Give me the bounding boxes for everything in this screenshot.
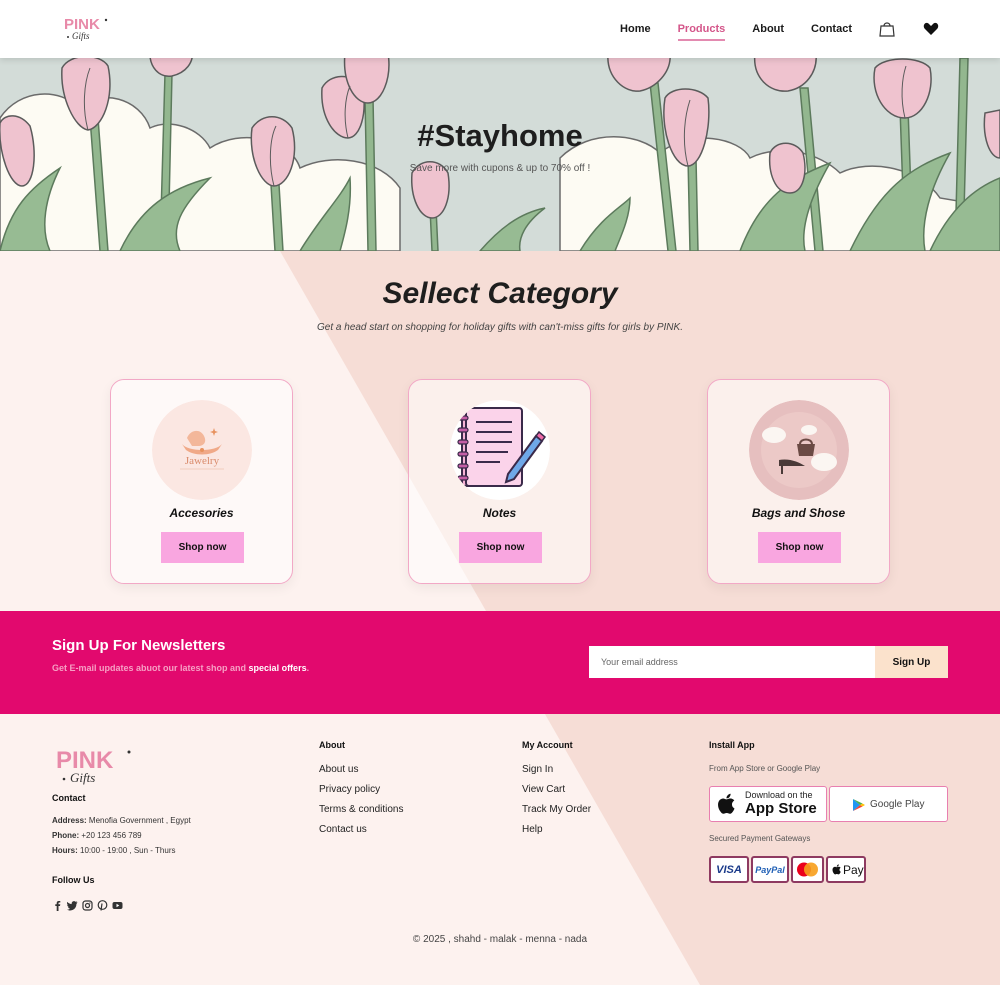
category-name: Bags and Shose (751, 506, 846, 520)
hero-title: #Stayhome (417, 118, 583, 153)
app-store-small-text: Download on the (745, 790, 813, 800)
mastercard-icon (791, 856, 824, 883)
newsletter-title: Sign Up For Newsletters (52, 637, 226, 654)
jewelry-image: Jawelry (152, 400, 252, 500)
contact-address: Address: Menofia Government , Egypt (52, 816, 191, 825)
link-contact-us[interactable]: Contact us (319, 824, 367, 835)
bags-and-shoes-image (749, 400, 849, 500)
install-heading: Install App (709, 740, 755, 750)
twitter-icon[interactable] (67, 898, 78, 911)
newsletter-desc-end: . (306, 663, 310, 673)
account-heading: My Account (522, 740, 573, 750)
shop-now-button-accesories[interactable]: Shop now (161, 532, 244, 563)
follow-heading: Follow Us (52, 875, 95, 885)
link-sign-in[interactable]: Sign In (522, 764, 553, 775)
contact-hours: Hours: 10:00 - 19:00 , Sun - Thurs (52, 846, 176, 855)
link-privacy-policy[interactable]: Privacy policy (319, 784, 380, 795)
newsletter-desc-text: Get E-mail updates abuot our latest shop… (52, 663, 247, 673)
heart-icon[interactable] (922, 20, 940, 38)
link-view-cart[interactable]: View Cart (522, 784, 565, 795)
app-store-big-text: App Store (745, 800, 817, 817)
newsletter-banner: Sign Up For Newsletters Get E-mail updat… (0, 611, 1000, 714)
category-section: Sellect Category Get a head start on sho… (0, 251, 1000, 611)
link-help[interactable]: Help (522, 824, 543, 835)
category-title: Sellect Category (382, 277, 618, 310)
copyright-text: © 2025 , shahd - malak - menna - nada (412, 934, 588, 945)
google-play-icon (853, 799, 865, 811)
nav-about[interactable]: About (752, 23, 784, 35)
nav-contact[interactable]: Contact (811, 23, 852, 35)
google-play-button[interactable]: Google Play (829, 786, 948, 822)
payment-label: Secured Payment Gateways (709, 834, 811, 843)
site-footer: PINK Gifts Contact Address: Menofia Gove… (0, 714, 1000, 985)
google-play-text: Google Play (870, 799, 925, 810)
pink-gifts-logo[interactable]: PINK Gifts (62, 14, 110, 42)
paypal-icon: PayPal (751, 856, 789, 883)
category-subtitle: Get a head start on shopping for holiday… (317, 322, 683, 333)
link-track-order[interactable]: Track My Order (522, 804, 591, 815)
sign-up-button[interactable]: Sign Up (875, 646, 948, 678)
category-card-notes: Notes Shop now (408, 379, 591, 584)
category-card-bags-and-shose: Bags and Shose Shop now (707, 379, 890, 584)
svg-text:Gifts: Gifts (72, 31, 90, 41)
shopping-bag-icon[interactable] (878, 20, 896, 38)
pinterest-icon[interactable] (97, 898, 108, 911)
main-nav: Home Products About Contact (593, 0, 940, 58)
about-heading: About (319, 740, 345, 750)
hero-banner: #Stayhome Save more with cupons & up to … (0, 58, 1000, 251)
instagram-icon[interactable] (82, 898, 93, 911)
jewelry-image-text: Jawelry (185, 455, 220, 467)
link-terms[interactable]: Terms & conditions (319, 804, 403, 815)
visa-icon: VISA (709, 856, 749, 883)
category-name: Notes (482, 506, 517, 520)
app-store-button[interactable]: Download on the App Store (709, 786, 827, 822)
newsletter-desc-highlight: special offers (248, 663, 307, 673)
contact-phone: Phone: +20 123 456 789 (52, 831, 142, 840)
site-header: PINK Gifts Home Products About Contact (0, 0, 1000, 58)
contact-heading: Contact (52, 793, 86, 803)
hero-subtitle: Save more with cupons & up to 70% off ! (409, 163, 591, 174)
svg-text:Gifts: Gifts (70, 770, 95, 785)
facebook-icon[interactable] (52, 898, 63, 911)
youtube-icon[interactable] (112, 898, 123, 909)
email-input[interactable] (589, 646, 875, 678)
nav-products[interactable]: Products (677, 23, 725, 41)
footer-logo: PINK Gifts (56, 747, 131, 785)
shop-now-button-notes[interactable]: Shop now (459, 532, 542, 563)
category-name: Accesories (169, 506, 234, 520)
apple-pay-icon: Pay (826, 856, 866, 883)
notes-image (450, 400, 550, 500)
link-about-us[interactable]: About us (319, 764, 358, 775)
install-subtitle: From App Store or Google Play (709, 764, 821, 773)
category-card-accesories: Jawelry Accesories Shop now (110, 379, 293, 584)
social-links (52, 898, 127, 911)
shop-now-button-bags-and-shose[interactable]: Shop now (758, 532, 841, 563)
apple-icon (718, 793, 735, 814)
tulip-illustration (0, 58, 1000, 251)
newsletter-description: Get E-mail updates abuot our latest shop… (52, 663, 309, 673)
nav-home[interactable]: Home (620, 23, 651, 35)
